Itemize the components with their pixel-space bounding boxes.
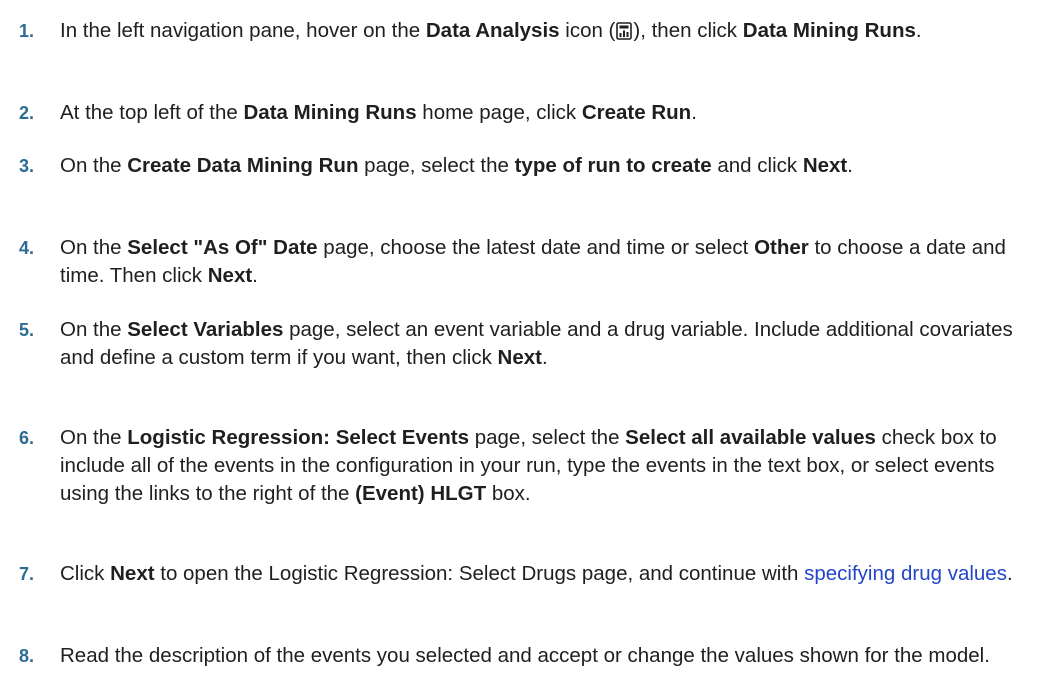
step-number: 1. [19,21,35,41]
text-run: page, select the [358,154,515,177]
step-number: 5. [19,320,35,340]
text-run: Read the description of the events you s… [60,644,990,667]
text-run: In the left navigation pane, hover on th… [60,19,426,42]
text-run: to open the Logistic Regression: Select … [154,562,805,585]
text-run: . [1006,562,1013,585]
step-number: 6. [19,428,35,448]
step-text: On the Select "As Of" Date page, choose … [60,234,1025,290]
ui-term: Data Mining Runs [742,19,916,42]
ui-term: Other [754,236,809,259]
text-run: On the [60,426,128,449]
ui-term: Next [497,346,542,369]
text-run: page, select the [469,426,626,449]
text-run: . [541,346,548,369]
step-number: 8. [19,646,35,666]
step-number: 3. [19,156,35,176]
step-number: 2. [19,103,35,123]
text-run: home page, click [416,101,582,124]
step-text: At the top left of the Data Mining Runs … [60,99,1025,127]
text-run: and click [711,154,803,177]
ui-term: Create Data Mining Run [127,154,359,177]
text-run: Click [60,562,111,585]
ui-term: Select Variables [127,318,284,341]
text-run: . [691,101,697,124]
data-analysis-icon [616,22,633,40]
ui-term: Create Run [581,101,692,124]
step-text: Read the description of the events you s… [60,642,1025,670]
text-run: ), then click [633,19,743,42]
ui-term: Select all available values [625,426,876,449]
ui-term: Next [110,562,155,585]
text-run: page, choose the latest date and time or… [317,236,755,259]
step-text: Click Next to open the Logistic Regressi… [60,560,1025,588]
text-run: On the [60,236,128,259]
step-text: On the Logistic Regression: Select Event… [60,424,1025,508]
step-number: 7. [19,564,35,584]
text-run: At the top left of the [60,101,244,124]
text-run: . [252,264,258,287]
text-run: box. [486,482,531,505]
ui-term: Select "As Of" Date [127,236,318,259]
step-text: On the Create Data Mining Run page, sele… [60,152,1025,180]
ui-term: Logistic Regression: Select Events [127,426,470,449]
text-run: . [847,154,853,177]
text-run: icon ( [559,19,616,42]
text-run: On the [60,318,128,341]
text-run: . [915,19,922,42]
step-text: On the Select Variables page, select an … [60,316,1025,372]
ui-term: Data Mining Runs [243,101,417,124]
ui-term: Data Analysis [425,19,560,42]
ui-term: (Event) HLGT [355,482,487,505]
step-number: 4. [19,238,35,258]
ui-term: Next [207,264,253,287]
ui-term: Next [802,154,848,177]
step-text: In the left navigation pane, hover on th… [60,17,1025,45]
text-run: On the [60,154,128,177]
ui-term: type of run to create [514,154,712,177]
specifying-drug-values-link[interactable]: specifying drug values [804,562,1007,585]
